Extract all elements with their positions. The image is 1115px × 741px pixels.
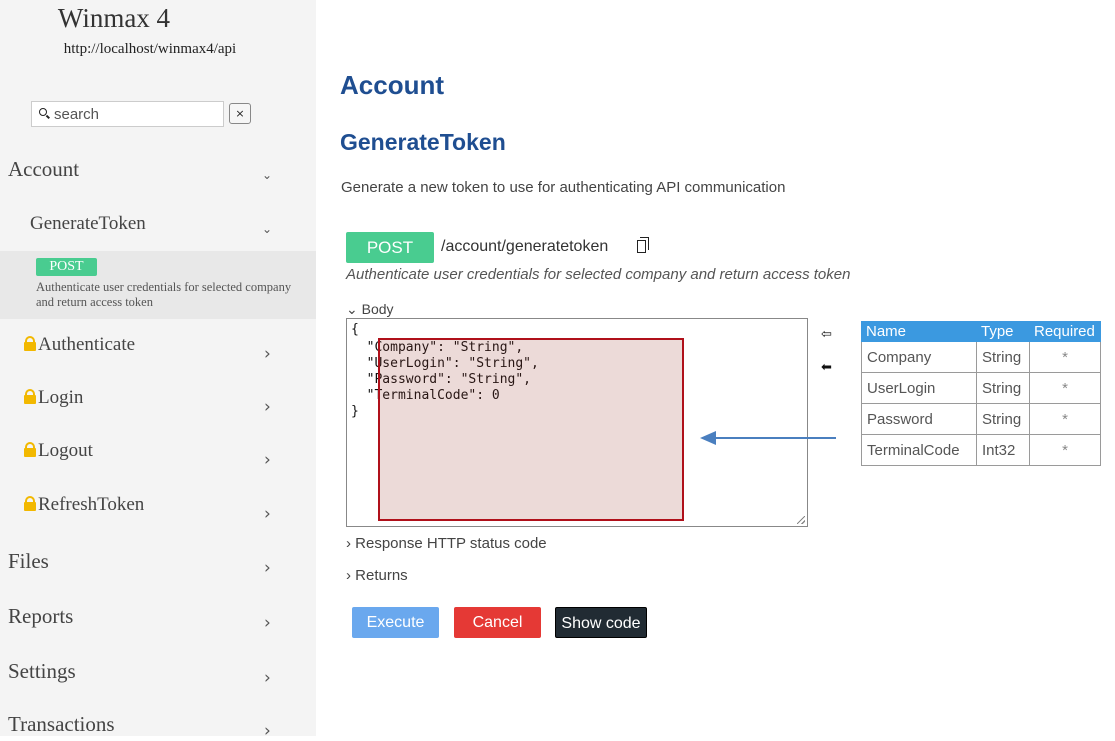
code-line: { xyxy=(351,322,359,337)
table-row: TerminalCode Int32 * xyxy=(861,434,1101,466)
show-code-button[interactable]: Show code xyxy=(555,607,647,638)
table-cell: Int32 xyxy=(976,434,1030,466)
execute-button[interactable]: Execute xyxy=(352,607,439,638)
code-line: "Company": "String", xyxy=(351,340,524,355)
nav-reports[interactable]: Reports xyxy=(8,604,73,629)
copy-icon[interactable] xyxy=(637,237,649,253)
lock-icon xyxy=(24,496,36,511)
table-row: Company String * xyxy=(861,341,1101,373)
code-line: "UserLogin": "String", xyxy=(351,356,539,371)
chevron-right-icon[interactable]: › xyxy=(264,450,271,470)
section-title: Account xyxy=(340,70,444,100)
app-title: Winmax 4 xyxy=(57,3,171,33)
table-cell: String xyxy=(976,403,1030,435)
search-input[interactable] xyxy=(54,104,219,124)
annotation-arrow xyxy=(700,431,836,445)
nav-login[interactable]: Login xyxy=(24,387,83,409)
lock-icon xyxy=(24,442,36,457)
selected-endpoint-desc: Authenticate user credentials for select… xyxy=(36,280,292,309)
resize-handle[interactable] xyxy=(797,516,805,524)
chevron-right-icon[interactable]: › xyxy=(264,344,271,364)
table-cell: UserLogin xyxy=(861,372,977,404)
nav-refresh-token[interactable]: RefreshToken xyxy=(24,494,144,516)
chevron-right-icon[interactable]: › xyxy=(264,721,271,741)
search-icon xyxy=(39,108,47,116)
method-badge: POST xyxy=(346,232,434,263)
returns-toggle[interactable]: › Returns xyxy=(346,567,408,584)
table-cell: Company xyxy=(861,341,977,373)
table-cell: * xyxy=(1029,372,1101,404)
nav-authenticate[interactable]: Authenticate xyxy=(24,334,135,356)
cancel-button[interactable]: Cancel xyxy=(454,607,541,638)
response-status-toggle[interactable]: › Response HTTP status code xyxy=(346,535,547,552)
table-cell: * xyxy=(1029,434,1101,466)
chevron-right-icon[interactable]: › xyxy=(264,668,271,688)
params-table: Name Type Required Company String * User… xyxy=(861,321,1101,466)
nav-label: Login xyxy=(38,387,84,408)
nav-generate-token[interactable]: GenerateToken xyxy=(30,213,146,235)
chevron-down-icon[interactable]: ⌄ xyxy=(262,222,272,236)
lock-icon xyxy=(24,336,36,351)
table-cell: Password xyxy=(861,403,977,435)
table-cell: * xyxy=(1029,403,1101,435)
method-badge: POST xyxy=(36,258,97,276)
nav-label: Authenticate xyxy=(38,334,136,355)
chevron-right-icon[interactable]: › xyxy=(264,397,271,417)
code-line: "Password": "String", xyxy=(351,372,532,387)
lock-icon xyxy=(24,389,36,404)
table-cell: String xyxy=(976,341,1030,373)
chevron-right-icon[interactable]: › xyxy=(264,558,271,578)
arrow-left-solid-icon[interactable]: ⬅ xyxy=(821,361,832,374)
table-cell: TerminalCode xyxy=(861,434,977,466)
nav-label: RefreshToken xyxy=(38,494,145,515)
endpoint-description: Authenticate user credentials for select… xyxy=(346,266,851,283)
table-header-row: Name Type Required xyxy=(861,321,1101,342)
chevron-down-icon[interactable]: ⌄ xyxy=(262,168,272,182)
table-cell: String xyxy=(976,372,1030,404)
nav-logout[interactable]: Logout xyxy=(24,440,93,462)
table-row: UserLogin String * xyxy=(861,372,1101,404)
chevron-right-icon[interactable]: › xyxy=(264,613,271,633)
table-cell: * xyxy=(1029,341,1101,373)
nav-settings[interactable]: Settings xyxy=(8,659,76,684)
nav-account[interactable]: Account xyxy=(8,157,79,182)
app-url: http://localhost/winmax4/api xyxy=(63,41,237,57)
clear-search-button[interactable]: × xyxy=(229,103,251,124)
endpoint-path: /account/generatetoken xyxy=(441,238,609,255)
arrow-left-outline-icon[interactable]: ⇦ xyxy=(821,328,832,341)
request-body-editor[interactable]: { "Company": "String", "UserLogin": "Str… xyxy=(346,318,808,527)
endpoint-summary: Generate a new token to use for authenti… xyxy=(341,179,786,196)
nav-files[interactable]: Files xyxy=(8,549,49,574)
search-box[interactable] xyxy=(31,101,224,127)
table-row: Password String * xyxy=(861,403,1101,435)
body-toggle[interactable]: ⌄ Body xyxy=(346,301,394,318)
column-header: Name xyxy=(861,321,977,342)
sidebar: Winmax 4 http://localhost/winmax4/api × … xyxy=(0,0,316,741)
column-header: Type xyxy=(976,321,1030,342)
column-header: Required xyxy=(1029,321,1101,342)
code-line: } xyxy=(351,404,359,419)
nav-transactions[interactable]: Transactions xyxy=(8,712,115,737)
code-line: "TerminalCode": 0 xyxy=(351,388,500,403)
nav-label: Logout xyxy=(38,440,93,461)
chevron-right-icon[interactable]: › xyxy=(264,504,271,524)
endpoint-title: GenerateToken xyxy=(340,129,506,155)
